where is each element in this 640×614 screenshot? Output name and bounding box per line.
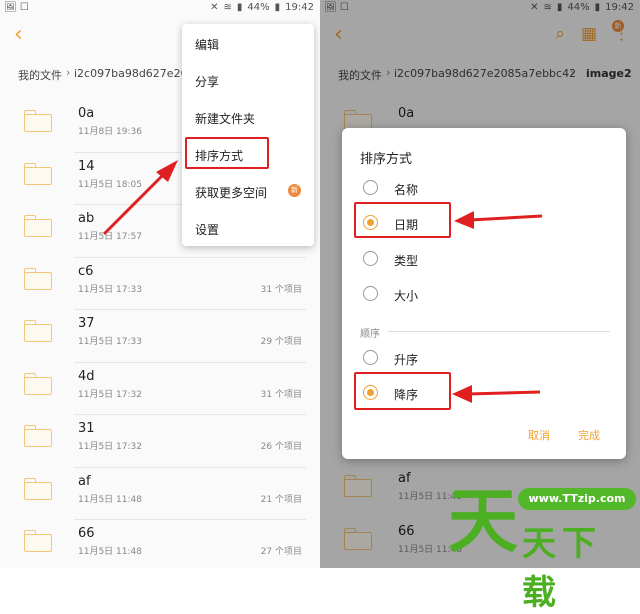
file-name: 14	[78, 158, 95, 174]
section-divider	[388, 331, 610, 332]
status-right: ✕ ≋ ▮ 44% ▮ 19:42	[210, 2, 314, 13]
breadcrumb-home[interactable]: 我的文件	[18, 67, 62, 83]
sort-dialog: 排序方式 名称 日期 类型 大小 顺序 升序 降序 取消 完成	[342, 128, 626, 459]
menu-item-edit[interactable]: 编辑	[195, 36, 219, 53]
list-item[interactable]: 37 11月5日 17:33 29 个项目	[0, 310, 320, 363]
file-date: 11月5日 18:05	[78, 179, 142, 190]
option-type-label[interactable]: 类型	[394, 252, 418, 269]
folder-icon	[24, 110, 52, 132]
radio-name[interactable]	[363, 180, 378, 195]
new-badge: 新	[288, 184, 301, 197]
wifi-icon: ≋	[223, 2, 232, 13]
item-count: 27 个项目	[260, 547, 302, 557]
menu-item-share[interactable]: 分享	[195, 73, 219, 90]
radio-ascending[interactable]	[363, 350, 378, 365]
watermark-logo: 天 www.TTzip.com 天下载	[448, 480, 640, 613]
back-icon[interactable]: ‹	[14, 22, 23, 47]
chevron-right-icon: ›	[66, 66, 71, 79]
done-button[interactable]: 完成	[578, 427, 600, 443]
notification-icons: 🖼 ☐	[4, 2, 29, 13]
item-count: 31 个项目	[260, 389, 302, 400]
sort-highlight-box	[185, 137, 269, 169]
file-date: 11月5日 11:48	[78, 494, 142, 505]
item-count: 26 个项目	[260, 442, 302, 452]
file-date: 11月5日 17:33	[78, 284, 142, 295]
list-item[interactable]: c6 11月5日 17:33 31 个项目	[0, 258, 320, 310]
dialog-title: 排序方式	[360, 152, 413, 167]
radio-size[interactable]	[363, 286, 378, 301]
list-item[interactable]: af 11月5日 11:48 21 个项目	[0, 468, 320, 520]
watermark-url: www.TTzip.com	[518, 488, 636, 510]
menu-item-get-space[interactable]: 获取更多空间	[195, 184, 267, 201]
item-count: 31 个项目	[260, 284, 302, 295]
file-name: ab	[78, 211, 95, 226]
descending-highlight-box	[354, 372, 451, 410]
battery-text: 44%	[247, 2, 270, 13]
file-date: 11月5日 17:32	[78, 442, 142, 452]
folder-icon	[24, 530, 52, 552]
file-date: 11月5日 17:57	[78, 232, 142, 242]
folder-icon	[24, 372, 52, 395]
signal-icon: ▮	[236, 2, 243, 13]
date-highlight-box	[354, 202, 451, 238]
list-item[interactable]: 4d 11月5日 17:32 31 个项目	[0, 363, 320, 415]
menu-item-new-folder[interactable]: 新建文件夹	[195, 110, 255, 127]
order-section-title: 顺序	[360, 329, 380, 340]
file-name: af	[78, 473, 91, 489]
watermark-big-char: 天	[448, 480, 518, 562]
item-count: 29 个项目	[260, 337, 302, 347]
file-date: 11月5日 17:32	[78, 389, 142, 400]
folder-icon	[24, 477, 52, 500]
clock: 19:42	[285, 2, 314, 13]
option-ascending-label[interactable]: 升序	[394, 351, 418, 368]
file-name: 37	[78, 316, 95, 331]
menu-item-settings[interactable]: 设置	[195, 221, 219, 238]
left-screen: 🖼 ☐ ✕ ≋ ▮ 44% ▮ 19:42 ‹ 我的文件 › i2c097ba9…	[0, 0, 320, 568]
radio-type[interactable]	[363, 251, 378, 266]
cancel-button[interactable]: 取消	[528, 427, 550, 443]
file-name: c6	[78, 263, 94, 279]
file-name: 4d	[78, 368, 95, 384]
folder-icon	[24, 162, 52, 185]
folder-icon	[24, 425, 52, 447]
option-name-label[interactable]: 名称	[394, 181, 418, 198]
folder-icon	[24, 215, 52, 237]
file-name: 0a	[78, 106, 95, 121]
battery-icon: ▮	[274, 2, 281, 13]
folder-icon	[24, 320, 52, 342]
mute-icon: ✕	[210, 2, 219, 13]
file-date: 11月5日 11:48	[78, 547, 142, 557]
item-count: 21 个项目	[260, 494, 302, 505]
overflow-menu: 编辑 分享 新建文件夹 排序方式 获取更多空间 新 设置	[182, 24, 314, 246]
file-name: 66	[78, 526, 95, 541]
file-date: 11月5日 17:33	[78, 337, 142, 347]
list-item[interactable]: 66 11月5日 11:48 27 个项目	[0, 520, 320, 568]
watermark-text: 天下载	[522, 524, 602, 613]
file-date: 11月8日 19:36	[78, 127, 142, 137]
folder-icon	[24, 267, 52, 290]
list-item[interactable]: 31 11月5日 17:32 26 个项目	[0, 415, 320, 468]
file-name: 31	[78, 421, 95, 436]
status-bar: 🖼 ☐ ✕ ≋ ▮ 44% ▮ 19:42	[0, 0, 320, 16]
option-size-label[interactable]: 大小	[394, 287, 418, 304]
